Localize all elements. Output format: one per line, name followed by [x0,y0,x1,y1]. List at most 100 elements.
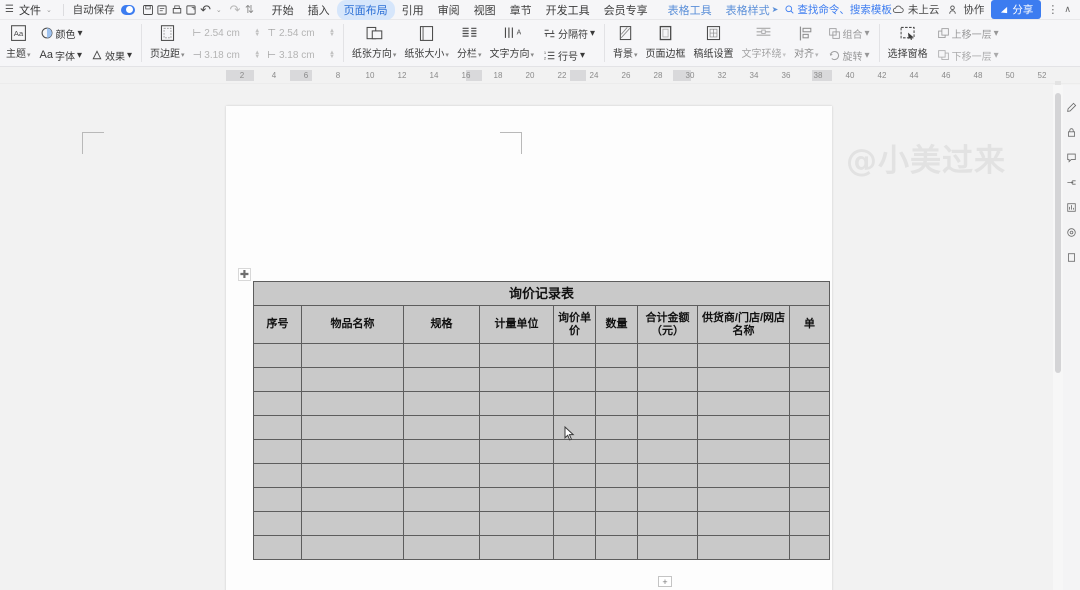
table-cell[interactable] [479,463,554,488]
margin-right-field[interactable]: ⊢ 3.18 cm ▲ ▼ [265,46,337,65]
table-cell[interactable] [697,343,790,368]
tab-charu[interactable]: 插入 [301,0,337,20]
table-cell[interactable] [595,391,638,416]
collaborate-button[interactable]: 协作 [948,2,984,17]
table-cell[interactable] [479,415,554,440]
table-cell[interactable] [253,439,302,464]
tab-kaifagongju[interactable]: 开发工具 [539,0,597,20]
scrollbar-thumb[interactable] [1055,93,1061,373]
table-cell[interactable] [479,535,554,560]
tab-shitu[interactable]: 视图 [467,0,503,20]
share-button[interactable]: 分享 [991,0,1042,19]
table-row[interactable] [253,535,830,560]
table-cell[interactable] [479,511,554,536]
table-cell[interactable] [697,535,790,560]
table-row[interactable] [253,391,830,416]
table-cell[interactable] [479,487,554,512]
tab-shenyue[interactable]: 审阅 [431,0,467,20]
table-cell[interactable] [403,415,480,440]
table-cell[interactable] [479,343,554,368]
table-cell[interactable] [595,343,638,368]
autosave-toggle[interactable] [120,4,135,15]
table-row[interactable] [253,367,830,392]
table-cell[interactable] [553,391,596,416]
table-cell[interactable] [403,511,480,536]
table-cell[interactable] [553,439,596,464]
table-cell[interactable] [553,511,596,536]
table-cell[interactable] [553,367,596,392]
table-cell[interactable] [301,463,404,488]
table-cell[interactable] [595,511,638,536]
table-cell[interactable] [301,511,404,536]
table-cell[interactable] [697,511,790,536]
table-cell[interactable] [595,463,638,488]
table-row[interactable] [253,415,830,440]
tab-huiyuanzhuanxiang[interactable]: 会员专享 [597,0,655,20]
table-cell[interactable] [697,391,790,416]
margin-left-field[interactable]: ⊣ 3.18 cm ▲ ▼ [191,46,263,65]
redo-icon[interactable]: ↷ [229,2,241,18]
margin-left-stepper[interactable]: ▲ ▼ [254,50,260,60]
table-cell[interactable] [637,415,698,440]
chevron-right-icon[interactable]: ➤ [772,5,779,14]
table-cell[interactable] [789,367,830,392]
margin-top-field[interactable]: ⊢ 2.54 cm ▲ ▼ [191,24,263,43]
table-cell[interactable] [697,487,790,512]
tab-biaogeyangshi[interactable]: 表格样式 [719,0,771,20]
table-cell[interactable] [301,535,404,560]
horizontal-ruler[interactable]: 2 4 6 8 10 12 14 16 18 20 22 24 26 28 30… [0,67,1080,84]
collapse-ribbon-icon[interactable]: ∧ [1064,4,1076,15]
tab-kaishi[interactable]: 开始 [265,0,301,20]
table-cell[interactable] [253,343,302,368]
margin-top-stepper[interactable]: ▲ ▼ [254,28,260,38]
table-cell[interactable] [637,487,698,512]
table-cell[interactable] [253,535,302,560]
table-cell[interactable] [301,343,404,368]
pen-icon[interactable] [1066,102,1077,113]
print-preview-icon[interactable] [156,2,168,18]
send-backward-button[interactable]: 下移一层 ▾ [934,47,1002,64]
table-cell[interactable] [595,535,638,560]
tab-yinyong[interactable]: 引用 [395,0,431,20]
table-cell[interactable] [553,463,596,488]
table-cell[interactable] [253,415,302,440]
table-cell[interactable] [253,367,302,392]
vertical-scrollbar[interactable] [1053,81,1063,590]
table-cell[interactable] [403,367,480,392]
table-cell[interactable] [637,463,698,488]
background-button[interactable]: 背景▾ [609,21,642,60]
table-cell[interactable] [403,391,480,416]
table-cell[interactable] [301,367,404,392]
file-menu[interactable]: 文件 [17,2,43,18]
table-cell[interactable] [789,463,830,488]
inquiry-record-table[interactable]: 询价记录表 序号 物品名称 规格 计量单位 询价单价 数量 合计金额（元） 供货… [253,281,830,560]
table-cell[interactable] [479,391,554,416]
table-cell[interactable] [637,511,698,536]
table-cell[interactable] [301,487,404,512]
table-row[interactable] [253,463,830,488]
theme-button[interactable]: Aa 主题▾ [0,21,35,60]
table-cell[interactable] [553,487,596,512]
table-cell[interactable] [789,535,830,560]
table-cell[interactable] [595,367,638,392]
margins-button[interactable]: 页边距▾ [146,21,189,60]
table-cell[interactable] [301,391,404,416]
group-button[interactable]: 组合 ▾ [825,25,873,42]
print-icon[interactable] [170,2,182,18]
hamburger-icon[interactable]: ☰ [0,4,17,15]
bring-forward-button[interactable]: 上移一层 ▾ [934,25,1002,42]
table-cell[interactable] [253,487,302,512]
table-cell[interactable] [479,439,554,464]
table-cell[interactable] [403,343,480,368]
chevron-down-icon[interactable]: ⌄ [43,6,58,14]
undo-caret-icon[interactable]: ⌄ [213,6,228,14]
tab-yemianbuju[interactable]: 页面布局 [336,0,395,20]
table-cell[interactable] [595,439,638,464]
table-row[interactable] [253,343,830,368]
tab-zhangjie[interactable]: 章节 [503,0,539,20]
grid-paper-button[interactable]: 稿纸设置 [690,21,738,60]
fonts-button[interactable]: Aa 字体 ▾ [37,47,86,64]
lock-icon[interactable] [1066,127,1077,138]
table-cell[interactable] [553,535,596,560]
table-cell[interactable] [301,415,404,440]
